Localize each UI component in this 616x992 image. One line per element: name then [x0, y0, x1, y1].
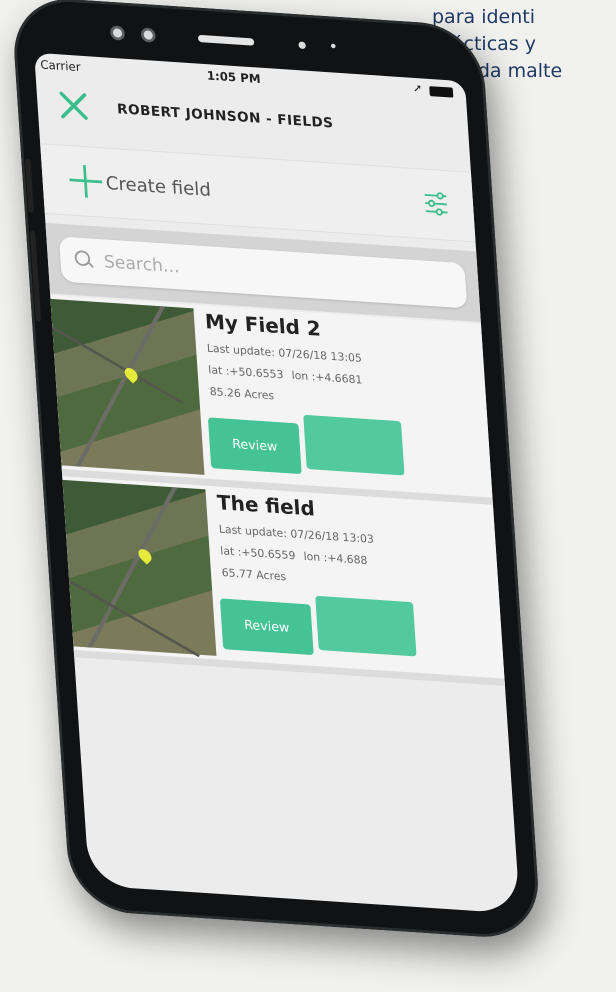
map-pin-icon: [135, 546, 155, 565]
close-icon[interactable]: [52, 85, 94, 127]
field-acres: 85.26 Acres: [209, 385, 275, 403]
field-map-thumbnail[interactable]: [50, 298, 205, 475]
field-last-update: Last update: 07/26/18 13:03: [218, 522, 375, 546]
location-icon: ➚: [412, 81, 423, 95]
field-latitude: lat :+50.6559: [219, 544, 296, 563]
field-card[interactable]: The field Last update: 07/26/18 13:03 la…: [62, 476, 505, 686]
status-time: 1:05 PM: [206, 69, 262, 87]
phone-body: Carrier 1:05 PM ➚ ROBERT JOHNSON - FIELD…: [10, 0, 542, 941]
review-button[interactable]: Review: [207, 417, 302, 475]
field-list: My Field 2 Last update: 07/26/18 13:05 l…: [50, 295, 505, 686]
search-icon: [74, 250, 95, 271]
front-camera-icon: [109, 25, 126, 41]
phone-mockup: Carrier 1:05 PM ➚ ROBERT JOHNSON - FIELD…: [0, 0, 616, 941]
map-road: [67, 579, 200, 658]
create-field-button[interactable]: Create field: [105, 172, 211, 201]
phone-side-button: [24, 158, 34, 214]
filter-sliders-icon[interactable]: [422, 189, 451, 218]
field-map-thumbnail[interactable]: [62, 479, 217, 658]
field-acres: 65.77 Acres: [221, 566, 287, 584]
field-latitude: lat :+50.6553: [207, 363, 284, 382]
field-longitude: lon :+4.6681: [291, 368, 363, 387]
speaker-grille: [197, 34, 255, 46]
map-road: [51, 326, 183, 404]
front-camera-icon: [140, 27, 157, 43]
map-pin-icon: [122, 365, 141, 384]
search-input[interactable]: [101, 250, 378, 291]
plus-icon[interactable]: [69, 164, 104, 199]
field-secondary-button[interactable]: [303, 414, 405, 476]
review-button[interactable]: Review: [219, 598, 314, 656]
battery-icon: [429, 86, 454, 98]
field-last-update: Last update: 07/26/18 13:05: [206, 341, 363, 365]
carrier-label: Carrier: [39, 58, 82, 75]
app-screen: Carrier 1:05 PM ➚ ROBERT JOHNSON - FIELD…: [34, 52, 521, 914]
field-longitude: lon :+4.688: [303, 549, 368, 567]
sensor-dot: [330, 43, 336, 49]
page-title: ROBERT JOHNSON - FIELDS: [116, 100, 334, 132]
field-name: My Field 2: [204, 310, 322, 342]
field-name: The field: [216, 491, 316, 521]
field-card[interactable]: My Field 2 Last update: 07/26/18 13:05 l…: [50, 295, 493, 505]
field-secondary-button[interactable]: [315, 595, 417, 657]
sensor-dot: [298, 41, 306, 50]
search-box: [58, 236, 468, 309]
phone-side-button: [29, 230, 42, 322]
